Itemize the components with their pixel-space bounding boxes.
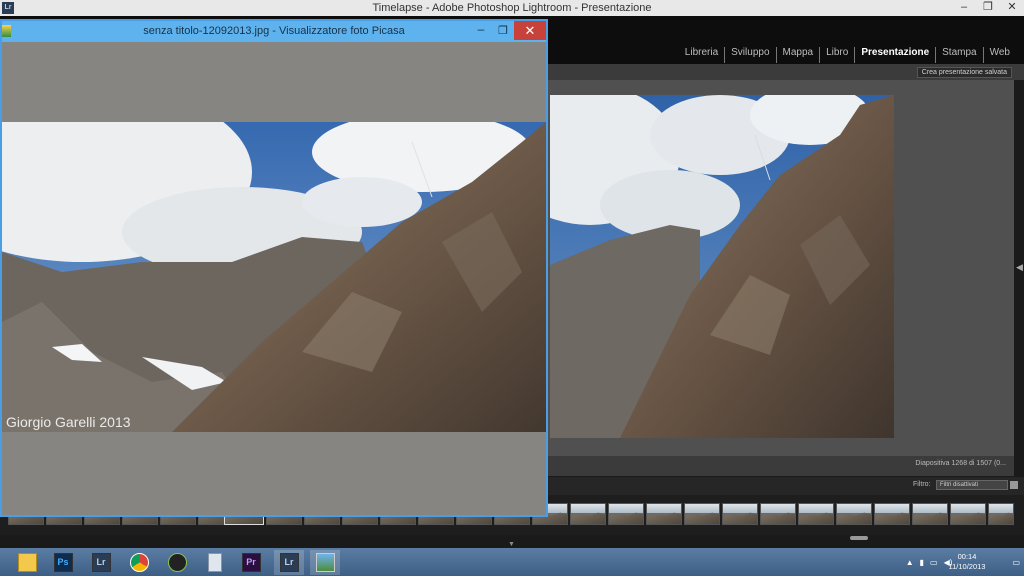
calculator-icon[interactable]: [200, 550, 230, 575]
filter-dropdown[interactable]: Filtri disattivati: [936, 480, 1008, 490]
lightroom-window-title: Timelapse - Adobe Photoshop Lightroom - …: [372, 2, 652, 14]
network-icon[interactable]: ▮: [920, 558, 924, 567]
module-web[interactable]: Web: [984, 47, 1016, 63]
picasa-viewer-icon[interactable]: [310, 550, 340, 575]
picasa-minimize-button[interactable]: –: [470, 21, 492, 42]
filmstrip-thumbnail[interactable]: [570, 503, 606, 525]
picasa-app-icon: [2, 25, 11, 37]
filmstrip-thumbnail[interactable]: [608, 503, 644, 525]
photoshop-label: Ps: [53, 553, 73, 572]
taskbar-clock[interactable]: 00:14 11/10/2013: [942, 552, 992, 572]
premiere-icon[interactable]: Pr: [236, 550, 266, 575]
picasa-photo: Giorgio Garelli 2013: [2, 122, 546, 432]
lightroom-titlebar: Lr Timelapse - Adobe Photoshop Lightroom…: [0, 0, 1024, 16]
slide-counter: Diapositiva 1268 di 1507 (0...: [915, 460, 1006, 467]
photo-watermark: Giorgio Garelli 2013: [6, 414, 131, 430]
lightroom-label: Lr: [91, 553, 111, 572]
filmstrip-thumbnail[interactable]: [646, 503, 682, 525]
premiere-label: Pr: [241, 553, 261, 572]
clock-time: 00:14: [957, 552, 977, 561]
filter-label: Filtro:: [913, 481, 931, 488]
filmstrip-thumbnail[interactable]: [836, 503, 872, 525]
battery-icon[interactable]: ▭: [930, 558, 938, 567]
filmstrip-thumbnail[interactable]: [798, 503, 834, 525]
lightroom-2-icon[interactable]: Lr: [274, 550, 304, 575]
picasa-close-button[interactable]: ✕: [514, 21, 546, 40]
clock-date: 11/10/2013: [948, 562, 986, 571]
filter-toggle-icon[interactable]: [1010, 481, 1018, 489]
create-saved-presentation-button[interactable]: Crea presentazione salvata: [916, 67, 1012, 78]
filmstrip-thumbnail[interactable]: [722, 503, 758, 525]
filmstrip-thumbnail[interactable]: [684, 503, 720, 525]
bottom-panel-toggle-icon[interactable]: ▼: [508, 541, 515, 548]
right-panel-toggle-icon[interactable]: ◀: [1016, 262, 1023, 274]
mountain-photo-picasa: [2, 122, 546, 432]
lightroom-icon[interactable]: Lr: [86, 550, 116, 575]
module-mappa[interactable]: Mappa: [777, 47, 821, 63]
notifications-icon[interactable]: ▭: [1012, 558, 1020, 567]
photoshop-icon[interactable]: Ps: [48, 550, 78, 575]
file-explorer-icon[interactable]: [12, 550, 42, 575]
restore-button[interactable]: ❐: [976, 0, 1000, 16]
module-libro[interactable]: Libro: [820, 47, 856, 63]
picasa-maximize-button[interactable]: ❐: [492, 21, 514, 42]
picasa-titlebar: senza titolo-12092013.jpg - Visualizzato…: [2, 21, 546, 42]
minimize-button[interactable]: –: [952, 0, 976, 16]
filmstrip-thumbnail[interactable]: [988, 503, 1014, 525]
picasa-viewer-window: senza titolo-12092013.jpg - Visualizzato…: [0, 19, 548, 517]
picasa-window-title: senza titolo-12092013.jpg - Visualizzato…: [143, 25, 405, 37]
chrome-icon[interactable]: [124, 550, 154, 575]
lightroom-app-icon: Lr: [2, 2, 14, 14]
close-button[interactable]: ✕: [1000, 0, 1024, 16]
filmstrip-thumbnail[interactable]: [950, 503, 986, 525]
module-stampa[interactable]: Stampa: [936, 47, 984, 63]
filmstrip-scrollbar[interactable]: [850, 536, 868, 540]
module-libreria[interactable]: Libreria: [679, 47, 726, 63]
mountain-photo-lightroom: [550, 95, 894, 438]
speedometer-icon[interactable]: [162, 550, 192, 575]
module-sviluppo[interactable]: Sviluppo: [725, 47, 777, 63]
lightroom-2-label: Lr: [279, 553, 299, 572]
module-presentazione[interactable]: Presentazione: [855, 47, 937, 63]
filmstrip-thumbnail[interactable]: [874, 503, 910, 525]
filmstrip-thumbnail[interactable]: [760, 503, 796, 525]
module-picker: Libreria Sviluppo Mappa Libro Presentazi…: [679, 47, 1016, 63]
filmstrip-thumbnail[interactable]: [912, 503, 948, 525]
slide-preview-photo: [550, 95, 894, 438]
chevron-up-icon[interactable]: ▲: [906, 558, 914, 567]
